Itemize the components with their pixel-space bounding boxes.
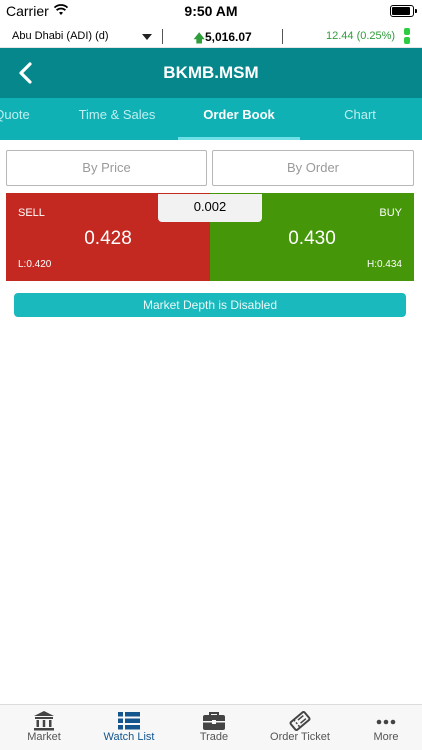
sell-price: 0.428 <box>84 228 132 249</box>
divider <box>282 29 283 44</box>
page-title: BKMB.MSM <box>163 63 259 82</box>
tab-order-book[interactable]: Order Book <box>178 98 300 140</box>
buy-price: 0.430 <box>288 228 336 249</box>
buy-high: H:0.434 <box>366 259 402 270</box>
nav-order-ticket-label: Order Ticket <box>270 731 330 743</box>
active-tab-indicator <box>178 137 300 140</box>
ticket-icon <box>289 710 311 732</box>
bank-icon <box>34 711 54 731</box>
arrow-up-icon: 🡅 <box>193 31 206 45</box>
list-icon <box>118 712 140 730</box>
market-depth-notice: Market Depth is Disabled <box>14 293 406 317</box>
tab-quote[interactable]: Quote <box>0 98 62 140</box>
nav-market[interactable]: Market <box>2 705 86 750</box>
nav-order-ticket[interactable]: Order Ticket <box>258 705 342 750</box>
market-ticker: Abu Dhabi (ADI) (d) 🡅 5,016.07 12.44 (0.… <box>0 24 422 48</box>
tab-bar: Quote Time & Sales Order Book Chart <box>0 98 422 140</box>
briefcase-icon <box>203 712 225 730</box>
more-dots-icon <box>376 719 396 725</box>
index-value: 5,016.07 <box>205 30 252 44</box>
tab-time-sales[interactable]: Time & Sales <box>62 98 172 140</box>
nav-watch-list-label: Watch List <box>103 731 155 743</box>
index-change: 12.44 (0.25%) <box>326 30 396 42</box>
clock: 9:50 AM <box>184 3 238 19</box>
nav-market-label: Market <box>27 731 61 743</box>
buy-label: BUY <box>379 207 402 219</box>
nav-trade-label: Trade <box>199 731 229 743</box>
nav-more-label: More <box>373 731 399 743</box>
status-bar: Carrier 9:50 AM <box>0 0 422 22</box>
nav-watch-list[interactable]: Watch List <box>87 705 171 750</box>
page-header: BKMB.MSM <box>0 48 422 98</box>
by-order-button[interactable]: By Order <box>212 150 414 186</box>
chevron-down-icon[interactable] <box>142 34 152 40</box>
sell-low: L:0.420 <box>18 259 52 270</box>
divider <box>162 29 163 44</box>
market-selector[interactable]: Abu Dhabi (ADI) (d) <box>12 30 109 42</box>
by-price-button[interactable]: By Price <box>6 150 207 186</box>
tab-chart[interactable]: Chart <box>310 98 410 140</box>
nav-trade[interactable]: Trade <box>172 705 256 750</box>
connection-status-icon <box>404 28 410 46</box>
bottom-nav: Market Watch List Trade Order Ticket Mor… <box>0 704 422 750</box>
spread-value: 0.002 <box>158 194 262 222</box>
sell-label: SELL <box>18 207 45 219</box>
nav-more[interactable]: More <box>344 705 422 750</box>
battery-icon <box>390 5 417 17</box>
